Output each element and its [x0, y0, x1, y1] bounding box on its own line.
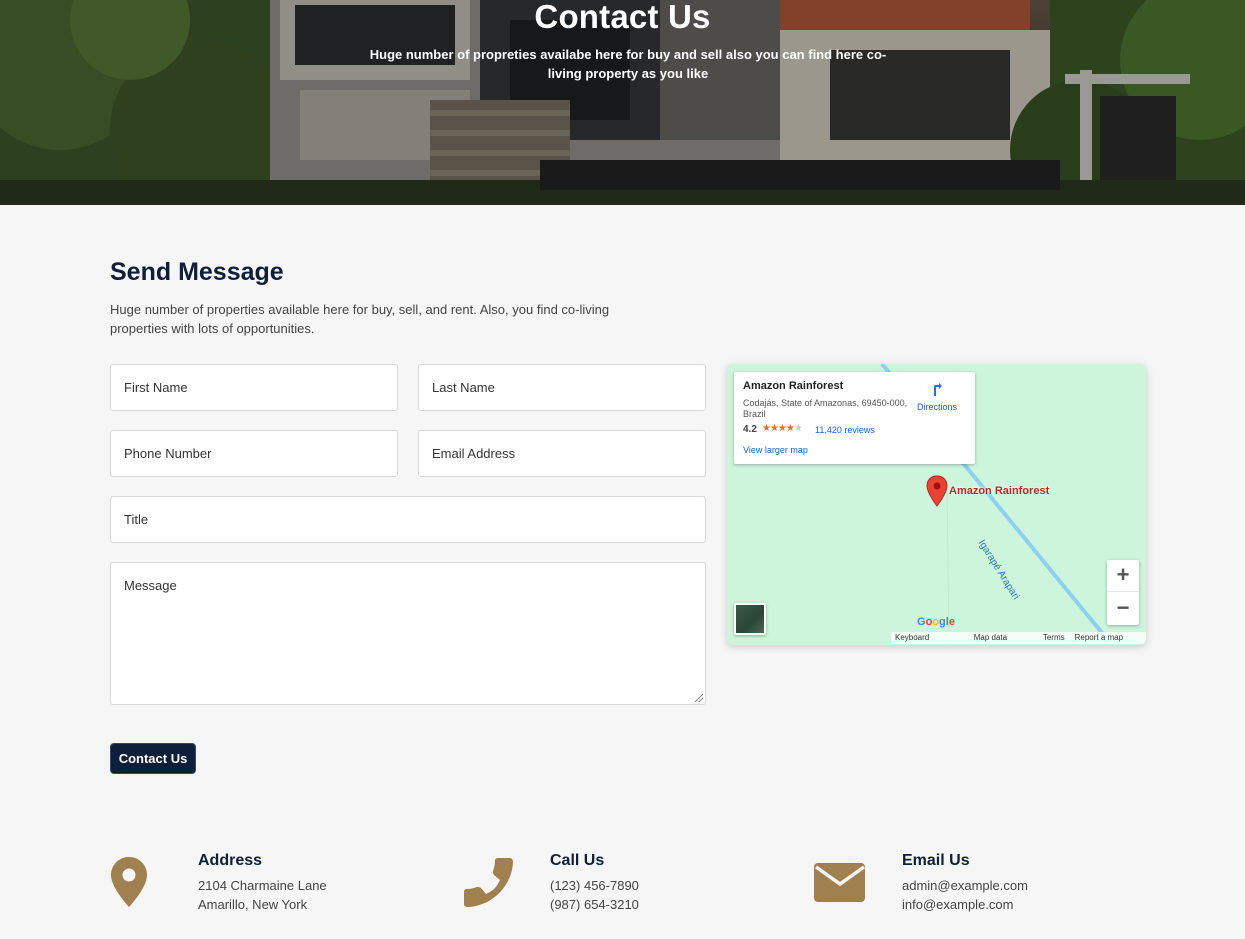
address-title: Address: [198, 852, 263, 869]
zoom-out-button[interactable]: −: [1107, 593, 1139, 625]
send-message-heading: Send Message: [110, 258, 284, 286]
google-logo: Google: [917, 616, 955, 628]
page-title: Contact Us: [534, 0, 711, 35]
phone-line-1[interactable]: (123) 456-7890: [550, 878, 639, 893]
map-place-card: Amazon Rainforest Codajás, State of Amaz…: [734, 372, 975, 464]
email-us-title: Email Us: [902, 852, 970, 869]
zoom-in-button[interactable]: +: [1107, 560, 1139, 592]
map-pin-label: Amazon Rainforest: [949, 485, 1050, 497]
send-message-description: Huge number of properties available here…: [110, 302, 610, 336]
directions-link[interactable]: Directions: [917, 402, 957, 412]
map-zoom-control: + −: [1107, 560, 1139, 625]
map-data-label: Map data ©2025: [973, 633, 1008, 642]
map-pin-icon[interactable]: [926, 475, 948, 507]
contact-us-submit-button[interactable]: Contact Us: [110, 743, 196, 774]
message-placeholder: Message: [124, 578, 177, 593]
address-line-2: Amarillo, New York: [198, 897, 308, 912]
email-address-field[interactable]: Email Address: [418, 430, 706, 477]
title-field[interactable]: Title: [110, 496, 706, 543]
map-reviews-link[interactable]: 11,420 reviews: [815, 425, 875, 435]
hero-subtitle: Huge number of propreties availabe here …: [369, 47, 887, 81]
title-placeholder: Title: [124, 512, 149, 527]
report-map-error-link[interactable]: Report a map error: [1075, 632, 1142, 644]
email-line-1[interactable]: admin@example.com: [902, 878, 1028, 893]
last-name-field[interactable]: Last Name: [418, 364, 706, 411]
message-textarea[interactable]: Message: [110, 562, 706, 705]
map-rating-stars: ★★★★★: [762, 423, 803, 434]
map-marker-icon: [111, 857, 147, 907]
map-place-name: Amazon Rainforest: [743, 380, 844, 392]
keyboard-shortcuts-link[interactable]: Keyboard shortcuts: [895, 632, 964, 644]
satellite-toggle-button[interactable]: [734, 603, 766, 635]
envelope-icon: [814, 863, 866, 902]
phone-number-placeholder: Phone Number: [124, 446, 212, 461]
phone-icon: [464, 858, 513, 907]
resize-handle[interactable]: [695, 694, 703, 702]
email-line-2[interactable]: info@example.com: [902, 897, 1013, 912]
terms-link[interactable]: Terms: [1043, 632, 1065, 644]
email-address-placeholder: Email Address: [432, 446, 516, 461]
call-us-title: Call Us: [550, 852, 605, 869]
view-larger-map-link[interactable]: View larger map: [743, 445, 808, 455]
first-name-field[interactable]: First Name: [110, 364, 398, 411]
last-name-placeholder: Last Name: [432, 380, 495, 395]
address-line-1: 2104 Charmaine Lane: [198, 878, 327, 893]
map-rating-value: 4.2: [743, 424, 757, 435]
phone-number-field[interactable]: Phone Number: [110, 430, 398, 477]
phone-line-2[interactable]: (987) 654-3210: [550, 897, 639, 912]
hero-banner: Contact Us Huge number of propreties ava…: [0, 0, 1245, 205]
map-footer: Keyboard shortcuts Map data ©2025 Terms …: [891, 632, 1146, 644]
first-name-placeholder: First Name: [124, 380, 188, 395]
embedded-map[interactable]: Amazon Rainforest Codajás, State of Amaz…: [727, 364, 1146, 645]
map-place-address: Codajás, State of Amazonas, 69450-000, B…: [743, 398, 908, 419]
directions-icon[interactable]: [930, 382, 946, 398]
